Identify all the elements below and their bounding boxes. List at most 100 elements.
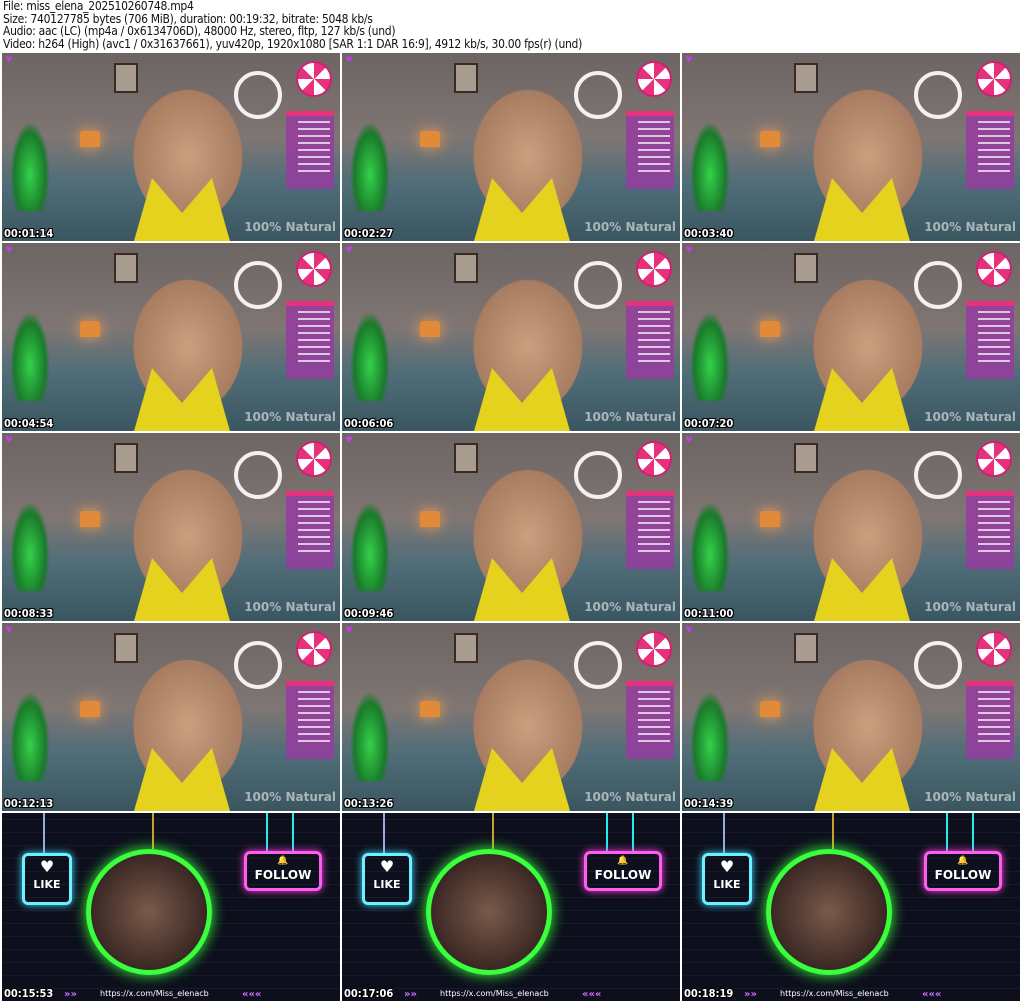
lamp (760, 321, 780, 337)
timestamp: 00:07:20 (684, 417, 734, 430)
tip-menu-panel (966, 111, 1014, 189)
plant (10, 311, 50, 401)
video-info: Video: h264 (High) (avc1 / 0x31637661), … (3, 36, 582, 51)
heart-icon: ♥ (6, 55, 13, 66)
social-url: https://x.com/Miss_elenacb (440, 989, 549, 998)
video-thumbnail[interactable]: ♥ 100% Natural 00:09:46 (342, 433, 680, 621)
follow-sign: 🔔 FOLLOW (584, 851, 662, 891)
lamp (760, 701, 780, 717)
lamp (420, 701, 440, 717)
neon-wire (606, 813, 608, 851)
video-thumbnail[interactable]: ♥ 100% Natural 00:03:40 (682, 53, 1020, 241)
heart-icon: ♥ (686, 625, 693, 636)
spin-wheel-icon (636, 441, 672, 477)
neon-wire (152, 813, 154, 849)
yellow-dress (814, 558, 910, 621)
video-thumbnail[interactable]: ♥ 100% Natural 00:11:00 (682, 433, 1020, 621)
heart-icon: ♥ (346, 55, 353, 66)
video-thumbnail[interactable]: ♥ 100% Natural 00:04:54 (2, 243, 340, 431)
like-label: LIKE (713, 878, 741, 891)
wall-picture (114, 633, 138, 663)
video-thumbnail[interactable]: ♥ LIKE 🔔 FOLLOW »» https://x.com/Miss_elen… (342, 813, 680, 1001)
tip-menu-panel (966, 681, 1014, 759)
wall-picture (794, 63, 818, 93)
lamp (760, 131, 780, 147)
yellow-dress (814, 368, 910, 431)
video-thumbnail[interactable]: ♥ 100% Natural 00:13:26 (342, 623, 680, 811)
spin-wheel-icon (296, 441, 332, 477)
lamp (420, 131, 440, 147)
arrows-left: ««« (922, 989, 942, 1000)
tip-menu-panel (966, 491, 1014, 569)
video-thumbnail[interactable]: ♥ 100% Natural 00:01:14 (2, 53, 340, 241)
timestamp: 00:09:46 (344, 607, 394, 620)
plant (10, 501, 50, 591)
yellow-dress (814, 178, 910, 241)
video-thumbnail[interactable]: ♥ 100% Natural 00:12:13 (2, 623, 340, 811)
watermark: 100% Natural (924, 600, 1016, 614)
heart-icon: ♥ (6, 245, 13, 256)
spin-wheel-icon (976, 441, 1012, 477)
ring-light (574, 261, 622, 309)
bell-icon: 🔔 (617, 856, 629, 866)
heart-icon: ♥ (686, 435, 693, 446)
like-label: LIKE (373, 878, 401, 891)
neon-wire (383, 813, 385, 853)
wall-picture (114, 63, 138, 93)
tip-menu-panel (286, 491, 334, 569)
plant (350, 691, 390, 781)
video-thumbnail[interactable]: ♥ LIKE 🔔 FOLLOW »» https://x.com/Miss_elen… (2, 813, 340, 1001)
ring-light (914, 261, 962, 309)
neon-wire (946, 813, 948, 851)
yellow-dress (474, 178, 570, 241)
neon-circle-portrait (766, 849, 892, 975)
spin-wheel-icon (296, 61, 332, 97)
plant (690, 691, 730, 781)
follow-label: FOLLOW (934, 868, 992, 882)
neon-wire (972, 813, 974, 851)
timestamp: 00:18:19 (684, 987, 734, 1000)
timestamp: 00:12:13 (4, 797, 54, 810)
bell-icon: 🔔 (277, 856, 289, 866)
neon-wire (43, 813, 45, 853)
timestamp: 00:13:26 (344, 797, 394, 810)
video-thumbnail[interactable]: ♥ 100% Natural 00:14:39 (682, 623, 1020, 811)
heart-icon: ♥ (686, 245, 693, 256)
video-thumbnail[interactable]: ♥ 100% Natural 00:06:06 (342, 243, 680, 431)
wall-picture (114, 443, 138, 473)
audio-info: Audio: aac (LC) (mp4a / 0x6134706D), 480… (3, 24, 396, 38)
video-thumbnail[interactable]: ♥ 100% Natural 00:07:20 (682, 243, 1020, 431)
heart-icon: ♥ (686, 55, 693, 66)
arrows-left: ««« (242, 989, 262, 1000)
yellow-dress (134, 558, 230, 621)
lamp (80, 701, 100, 717)
neon-wire (266, 813, 268, 851)
timestamp: 00:15:53 (4, 987, 54, 1000)
wall-picture (794, 633, 818, 663)
video-thumbnail[interactable]: ♥ 100% Natural 00:08:33 (2, 433, 340, 621)
like-label: LIKE (33, 878, 61, 891)
timestamp: 00:01:14 (4, 227, 54, 240)
wall-picture (794, 443, 818, 473)
ring-light (234, 451, 282, 499)
yellow-dress (134, 748, 230, 811)
wall-picture (794, 253, 818, 283)
ring-light (574, 641, 622, 689)
video-thumbnail[interactable]: ♥ LIKE 🔔 FOLLOW »» https://x.com/Miss_elen… (682, 813, 1020, 1001)
ring-light (234, 261, 282, 309)
neon-wire (632, 813, 634, 851)
social-url: https://x.com/Miss_elenacb (780, 989, 889, 998)
wall-picture (454, 63, 478, 93)
tip-menu-panel (966, 301, 1014, 379)
spin-wheel-icon (636, 631, 672, 667)
spin-wheel-icon (636, 61, 672, 97)
wall-picture (454, 443, 478, 473)
video-thumbnail[interactable]: ♥ 100% Natural 00:02:27 (342, 53, 680, 241)
neon-wire (292, 813, 294, 851)
ring-light (574, 71, 622, 119)
lamp (420, 321, 440, 337)
wall-picture (114, 253, 138, 283)
timestamp: 00:17:06 (344, 987, 394, 1000)
lamp (80, 131, 100, 147)
tip-menu-panel (286, 681, 334, 759)
